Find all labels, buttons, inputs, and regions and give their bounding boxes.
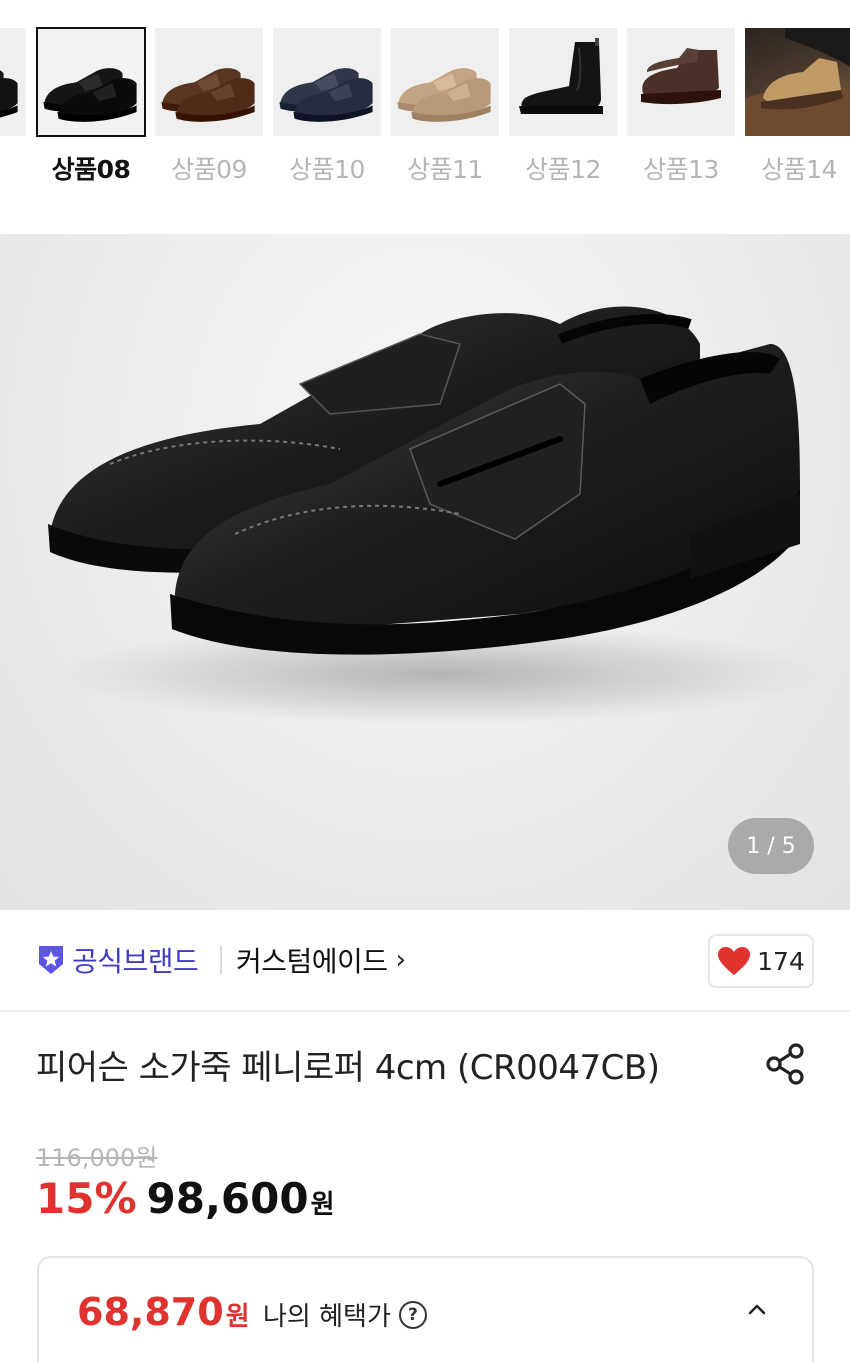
sale-price: 98,600 [146,1174,309,1223]
shoe-thumbnail-image [397,68,491,122]
chevron-up-icon[interactable] [742,1294,772,1324]
benefit-price-value: 68,870 [77,1290,224,1334]
product-variant-strip[interactable]: 7 상품08 상품09 상품10 상품11 상품12 상품13 상품14 [0,0,850,212]
official-brand-badge-icon [39,946,63,974]
thumbnail-label[interactable]: 상품10 [273,150,381,186]
help-icon[interactable]: ? [398,1300,427,1329]
shoe-thumbnail-image [43,68,137,122]
thumbnail[interactable] [273,28,381,136]
brand-link[interactable]: 커스텀에이드 › [236,940,406,980]
thumbnail-label[interactable]: 상품11 [391,150,499,186]
thumbnail[interactable] [509,28,617,136]
price-row: 15% 98,600 원 [36,1174,335,1223]
brand-name: 커스텀에이드 [236,945,388,978]
divider [220,946,222,974]
thumbnail-selected[interactable] [36,27,146,137]
thumbnail-label[interactable]: 상품09 [155,150,263,186]
like-count: 174 [757,946,805,976]
benefit-label-text: 나의 혜택가 [263,1302,391,1332]
thumbnail-label[interactable]: 상품14 [745,150,850,186]
thumbnail[interactable] [745,28,850,136]
benefit-price: 68,870 원 [77,1290,250,1334]
chevron-right-icon: › [395,945,406,975]
my-benefit-price-panel[interactable]: 68,870 원 나의 혜택가 ? [37,1256,814,1362]
thumbnail-label[interactable]: 7 [0,150,10,179]
shoe-thumbnail-image [279,68,373,122]
heart-icon [718,947,751,975]
shoe-thumbnail-image [519,38,603,114]
shoe-thumbnail-image [0,70,18,118]
product-image-gallery[interactable]: 1 / 5 [0,234,850,910]
product-title: 피어슨 소가죽 페니로퍼 4cm (CR0047CB) [36,1048,660,1088]
discount-rate: 15% [36,1174,137,1223]
thumbnail[interactable] [155,28,263,136]
shoe-thumbnail-image [161,68,255,122]
share-icon[interactable] [762,1040,810,1088]
benefit-label: 나의 혜택가 ? [263,1296,427,1333]
shoe-thumbnail-image [641,48,721,105]
thumbnail[interactable] [0,28,26,136]
image-counter: 1 / 5 [728,818,814,874]
thumbnail[interactable] [391,28,499,136]
like-button[interactable]: 174 [708,934,814,988]
thumbnail-label[interactable]: 상품13 [627,150,735,186]
thumbnail[interactable] [627,28,735,136]
thumbnail-label[interactable]: 상품12 [509,150,617,186]
brand-row: 공식브랜드 커스텀에이드 › 174 [0,910,850,1012]
thumbnail-label-selected[interactable]: 상품08 [37,150,145,186]
penny-loafer-image [48,306,820,724]
price-currency: 원 [310,1190,335,1220]
boot-photo-image [745,28,850,136]
official-brand-label: 공식브랜드 [72,945,199,978]
benefit-price-currency: 원 [225,1302,250,1332]
original-price: 116,000원 [36,1144,158,1172]
